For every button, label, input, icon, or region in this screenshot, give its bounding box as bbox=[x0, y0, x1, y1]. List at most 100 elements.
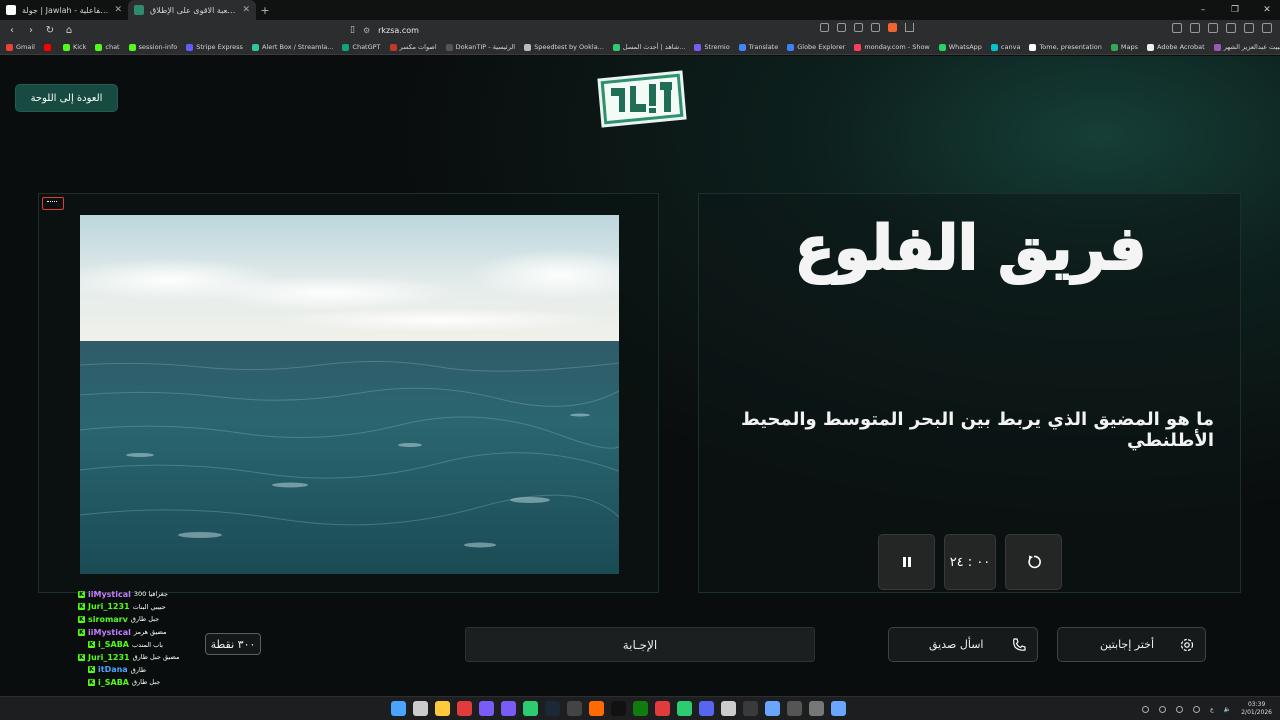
brave-shields-icon[interactable] bbox=[888, 23, 897, 32]
taskbar-app-icon[interactable] bbox=[809, 701, 824, 716]
menu-icon[interactable] bbox=[1262, 23, 1272, 33]
bookmark-favicon-icon bbox=[990, 43, 998, 51]
bookmark-label: Tome, presentation bbox=[1039, 43, 1102, 51]
taskbar-app-icon[interactable] bbox=[655, 701, 670, 716]
back-to-board-button[interactable]: العودة إلى اللوحة bbox=[16, 85, 117, 111]
bookmark-item[interactable]: Adobe Acrobat bbox=[1147, 43, 1205, 51]
taskbar-app-icon[interactable] bbox=[699, 701, 714, 716]
bookmark-item[interactable]: اصوات مكسر bbox=[389, 43, 437, 51]
taskbar-app-icon[interactable] bbox=[589, 701, 604, 716]
bookmark-item[interactable]: Speedtest by Ookla... bbox=[524, 43, 604, 51]
taskbar-app-icon[interactable] bbox=[545, 701, 560, 716]
jawlah-favicon-icon bbox=[6, 5, 16, 15]
minimize-button[interactable]: – bbox=[1196, 5, 1210, 15]
bluetooth-icon[interactable] bbox=[1193, 705, 1201, 713]
vpn-icon[interactable] bbox=[1226, 23, 1236, 33]
split-view-icon[interactable] bbox=[1190, 23, 1200, 33]
close-window-button[interactable]: ✕ bbox=[1260, 5, 1274, 15]
forward-arrow-icon[interactable]: › bbox=[24, 25, 38, 36]
close-tab-icon[interactable]: ✕ bbox=[242, 5, 250, 15]
bookmark-item[interactable]: Alert Box / Streamla... bbox=[251, 43, 333, 51]
brave-rewards-icon[interactable] bbox=[905, 23, 914, 32]
bookmark-item[interactable]: Globe Explorer bbox=[787, 43, 845, 51]
taskbar-app-icon[interactable] bbox=[479, 701, 494, 716]
question-text: ما هو المضيق الذي يربط بين البحر المتوسط… bbox=[740, 409, 1214, 451]
bookmark-item[interactable]: canva bbox=[990, 43, 1020, 51]
taskbar-app-icon[interactable] bbox=[743, 701, 758, 716]
bookmark-item[interactable]: Gmail bbox=[6, 43, 35, 51]
tray-app-icon[interactable] bbox=[1142, 705, 1150, 713]
bookmark-label: session-info bbox=[138, 43, 178, 51]
reload-icon[interactable]: ↻ bbox=[43, 25, 57, 36]
bookmark-item[interactable] bbox=[43, 43, 54, 51]
taskbar-app-icon[interactable] bbox=[677, 701, 692, 716]
taskbar-app-icon[interactable] bbox=[567, 701, 582, 716]
home-icon[interactable]: ⌂ bbox=[62, 25, 76, 36]
taskbar-app-icon[interactable] bbox=[721, 701, 736, 716]
taskbar-app-icon[interactable] bbox=[633, 701, 648, 716]
maximize-button[interactable]: ❐ bbox=[1228, 5, 1242, 15]
bookmark-item[interactable]: monday.com - Show bbox=[854, 43, 930, 51]
tray-app-icon[interactable] bbox=[1159, 705, 1167, 713]
reset-timer-button[interactable] bbox=[1005, 534, 1062, 590]
choose-two-answers-label: أختر إجابتين bbox=[1100, 638, 1155, 651]
show-answer-button[interactable]: الإجـابة bbox=[465, 627, 815, 662]
bookmark-label: Stripe Express bbox=[196, 43, 243, 51]
bookmark-label: Gmail bbox=[16, 43, 35, 51]
taskbar-app-icon[interactable] bbox=[435, 701, 450, 716]
search-icon[interactable] bbox=[413, 701, 428, 716]
kick-badge-icon: K bbox=[78, 590, 85, 598]
kick-badge-icon: K bbox=[88, 641, 95, 649]
taskbar-app-icon[interactable] bbox=[501, 701, 516, 716]
bookmark-item[interactable]: Stremio bbox=[694, 43, 730, 51]
pause-button[interactable] bbox=[878, 534, 935, 590]
bookmark-item[interactable]: Tome, presentation bbox=[1029, 43, 1102, 51]
taskbar-app-icon[interactable] bbox=[765, 701, 780, 716]
bookmark-label: Maps bbox=[1120, 43, 1138, 51]
language-indicator[interactable]: ع bbox=[1210, 706, 1214, 713]
chat-username: Juri_1231 bbox=[88, 652, 130, 662]
browser-tab-rkz[interactable]: ركز - اللعبة الاقوى على الإطلاق ✕ bbox=[128, 0, 256, 20]
bookmark-item[interactable]: البيت عبدالعزيز الشهر... bbox=[1213, 43, 1280, 51]
bookmark-item[interactable]: Maps bbox=[1110, 43, 1138, 51]
volume-icon[interactable]: 🔈 bbox=[1224, 706, 1231, 713]
bookmark-item[interactable]: WhatsApp bbox=[938, 43, 982, 51]
bookmark-favicon-icon bbox=[1110, 43, 1118, 51]
bookmark-icon[interactable]: ▯ bbox=[350, 25, 355, 35]
cast-icon[interactable] bbox=[837, 23, 846, 32]
bookmark-item[interactable]: session-info bbox=[128, 43, 178, 51]
browser-tab-jawlah[interactable]: جولة | Jawlah - منصة الألعاب التفاعلية ✕ bbox=[0, 0, 128, 20]
translate-icon[interactable] bbox=[854, 23, 863, 32]
bookmark-item[interactable]: شاهد | أحدث المسل... bbox=[612, 43, 686, 51]
sidebar-icon[interactable] bbox=[1172, 23, 1182, 33]
wallet-icon[interactable] bbox=[1244, 23, 1254, 33]
windows-start-icon[interactable] bbox=[391, 701, 406, 716]
new-tab-button[interactable]: + bbox=[256, 4, 274, 17]
extensions-icon[interactable] bbox=[1208, 23, 1218, 33]
taskbar-clock[interactable]: 03:39 2/01/2026 bbox=[1241, 701, 1272, 717]
bookmark-item[interactable]: chat bbox=[95, 43, 120, 51]
fullscreen-icon[interactable] bbox=[42, 197, 64, 210]
site-info-icon[interactable]: ⚙ bbox=[363, 26, 370, 35]
ask-friend-button[interactable]: اسأل صديق bbox=[888, 627, 1038, 662]
tray-app-icon[interactable] bbox=[1176, 705, 1184, 713]
url-text[interactable]: rkzsa.com bbox=[378, 26, 419, 35]
taskbar-app-icon[interactable] bbox=[611, 701, 626, 716]
taskbar-app-icon[interactable] bbox=[831, 701, 846, 716]
close-tab-icon[interactable]: ✕ bbox=[114, 5, 122, 15]
taskbar-app-icon[interactable] bbox=[523, 701, 538, 716]
bookmark-label: شاهد | أحدث المسل... bbox=[622, 43, 686, 51]
back-arrow-icon[interactable]: ‹ bbox=[5, 25, 19, 36]
bookmark-item[interactable]: Stripe Express bbox=[186, 43, 243, 51]
choose-two-answers-button[interactable]: أختر إجابتين bbox=[1057, 627, 1206, 662]
kick-badge-icon: K bbox=[88, 678, 95, 686]
taskbar-app-icon[interactable] bbox=[787, 701, 802, 716]
bookmark-item[interactable]: DokanTIP - الرئيسية bbox=[445, 43, 515, 51]
taskbar-app-icon[interactable] bbox=[457, 701, 472, 716]
share-icon[interactable] bbox=[871, 23, 880, 32]
chat-username: iiMystical bbox=[88, 589, 131, 599]
key-icon[interactable] bbox=[820, 23, 829, 32]
bookmark-item[interactable]: Kick bbox=[62, 43, 86, 51]
bookmark-item[interactable]: Translate bbox=[738, 43, 778, 51]
bookmark-item[interactable]: ChatGPT bbox=[342, 43, 381, 51]
